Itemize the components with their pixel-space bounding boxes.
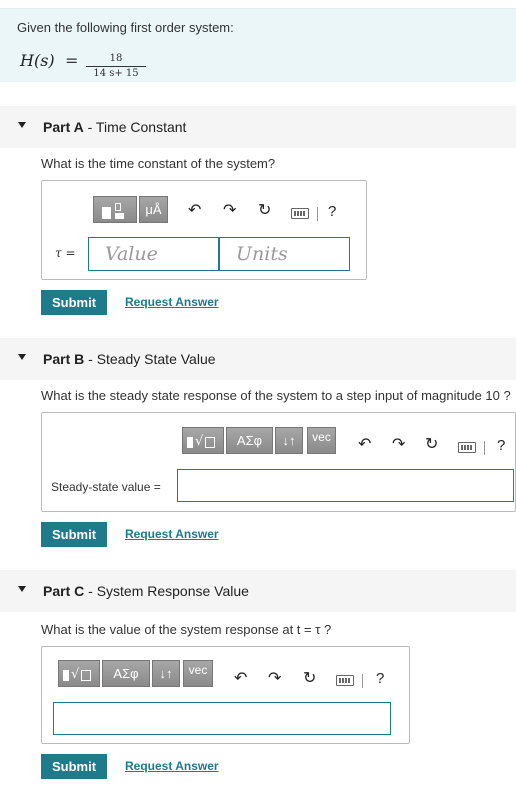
steady-state-input[interactable] <box>177 469 514 502</box>
denominator: 14 s+ 15 <box>93 68 139 79</box>
part-c-title: Part C - System Response Value <box>43 583 249 599</box>
undo-icon[interactable]: ↶ <box>234 669 247 689</box>
equals-sign: = <box>65 51 79 70</box>
undo-icon[interactable]: ↶ <box>188 201 201 221</box>
part-a-submit-button[interactable]: Submit <box>41 290 107 315</box>
part-c-header[interactable]: Part C - System Response Value <box>0 570 516 612</box>
keyboard-icon[interactable] <box>458 442 476 453</box>
collapse-triangle-icon[interactable] <box>18 354 26 360</box>
vector-button[interactable]: vec <box>183 660 213 687</box>
templates-button[interactable]: √ <box>58 660 100 687</box>
toolbar-separator <box>317 207 318 221</box>
reset-icon[interactable]: ↻ <box>303 669 316 689</box>
problem-intro: Given the following first order system: … <box>0 8 516 82</box>
value-input[interactable]: Value <box>88 237 219 271</box>
help-icon[interactable]: ? <box>328 202 336 222</box>
part-a-request-answer-link[interactable]: Request Answer <box>125 295 219 309</box>
part-a-title: Part A - Time Constant <box>43 119 187 135</box>
arrows-button[interactable]: ↓↑ <box>152 660 180 687</box>
greek-symbols-button[interactable]: ΑΣφ <box>102 660 150 687</box>
part-c-request-answer-link[interactable]: Request Answer <box>125 759 219 773</box>
part-b-question: What is the steady state response of the… <box>41 388 511 403</box>
vector-button[interactable]: vec <box>307 427 336 454</box>
steady-state-label: Steady-state value = <box>51 480 161 494</box>
part-a-answer-box: μÅ ↶ ↷ ↻ ? τ = Value Units <box>41 180 367 280</box>
redo-icon[interactable]: ↷ <box>392 435 405 455</box>
help-icon[interactable]: ? <box>376 669 384 689</box>
part-a-header[interactable]: Part A - Time Constant <box>0 106 516 148</box>
keyboard-icon[interactable] <box>336 675 354 686</box>
part-b-header[interactable]: Part B - Steady State Value <box>0 338 516 380</box>
part-c-question: What is the value of the system response… <box>41 622 332 637</box>
reset-icon[interactable]: ↻ <box>258 201 271 221</box>
templates-button[interactable]: √ <box>182 427 224 454</box>
help-icon[interactable]: ? <box>497 436 505 456</box>
sqrt-template-icon: √ <box>187 434 219 450</box>
fraction-bar <box>86 66 146 67</box>
transfer-function-lhs: H(s) <box>20 51 55 70</box>
part-b-request-answer-link[interactable]: Request Answer <box>125 527 219 541</box>
units-input[interactable]: Units <box>219 237 350 271</box>
reset-icon[interactable]: ↻ <box>425 435 438 455</box>
collapse-triangle-icon[interactable] <box>18 122 26 128</box>
units-button[interactable]: μÅ <box>139 196 168 223</box>
toolbar-separator <box>484 441 485 455</box>
template-icon <box>102 202 128 219</box>
transfer-function-fraction: 18 14 s+ 15 <box>86 53 146 80</box>
part-c-submit-button[interactable]: Submit <box>41 754 107 779</box>
arrows-button[interactable]: ↓↑ <box>275 427 303 454</box>
collapse-triangle-icon[interactable] <box>18 586 26 592</box>
part-b-submit-button[interactable]: Submit <box>41 522 107 547</box>
greek-symbols-button[interactable]: ΑΣφ <box>226 427 273 454</box>
toolbar-separator <box>362 674 363 688</box>
redo-icon[interactable]: ↷ <box>223 201 236 221</box>
redo-icon[interactable]: ↷ <box>268 669 281 689</box>
part-c-answer-box: √ ΑΣφ ↓↑ vec ↶ ↷ ↻ ? <box>41 646 410 744</box>
undo-icon[interactable]: ↶ <box>358 435 371 455</box>
tau-label: τ = <box>55 246 76 260</box>
keyboard-icon[interactable] <box>291 208 309 219</box>
intro-text: Given the following first order system: <box>17 20 234 35</box>
part-b-answer-box: √ ΑΣφ ↓↑ vec ↶ ↷ ↻ ? Steady-state value … <box>41 412 516 512</box>
part-a-question: What is the time constant of the system? <box>41 156 276 171</box>
templates-button[interactable] <box>93 196 137 223</box>
part-b-title: Part B - Steady State Value <box>43 351 216 367</box>
sqrt-template-icon: √ <box>63 667 95 683</box>
response-value-input[interactable] <box>53 702 391 735</box>
numerator: 18 <box>109 53 123 64</box>
